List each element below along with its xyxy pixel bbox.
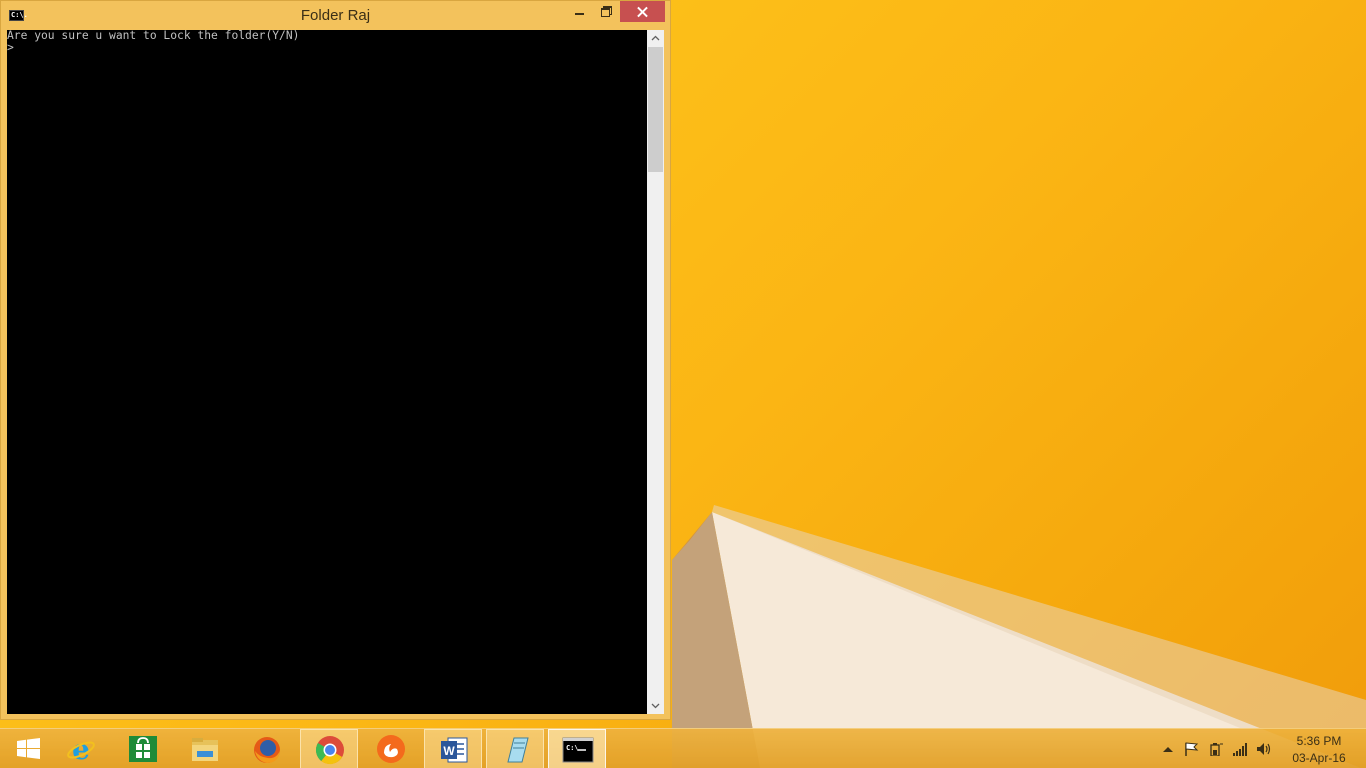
volume-icon[interactable] — [1256, 742, 1272, 756]
minimize-button[interactable] — [566, 1, 593, 22]
taskbar-internet-explorer[interactable]: e — [52, 729, 110, 768]
console-prompt-line: Are you sure u want to Lock the folder(Y… — [7, 30, 300, 42]
file-explorer-icon — [192, 738, 218, 761]
taskbar-uc-browser[interactable] — [362, 729, 420, 768]
scroll-down-arrow-icon[interactable] — [647, 697, 664, 714]
svg-text:e: e — [72, 733, 90, 765]
taskbar-word[interactable]: W — [424, 729, 482, 768]
taskbar-chrome[interactable] — [300, 729, 358, 768]
taskbar-store[interactable] — [114, 729, 172, 768]
taskbar: e W C:\ 5:36 PM 03-Apr-16 — [0, 728, 1366, 768]
svg-text:C:\: C:\ — [566, 744, 579, 752]
notepad-icon — [507, 737, 529, 763]
action-center-flag-icon[interactable] — [1183, 742, 1199, 756]
start-icon — [17, 738, 40, 759]
command-prompt-icon: C:\ — [562, 737, 594, 763]
taskbar-command-prompt[interactable]: C:\ — [548, 729, 606, 768]
scroll-up-arrow-icon[interactable] — [647, 30, 664, 47]
power-icon[interactable] — [1208, 742, 1224, 757]
taskbar-notepad[interactable] — [486, 729, 544, 768]
scroll-thumb[interactable] — [648, 47, 663, 172]
firefox-icon — [254, 737, 280, 763]
svg-text:W: W — [443, 744, 455, 758]
console-window: C:\. Folder Raj Are you sure u want to L… — [0, 0, 671, 720]
network-signal-icon[interactable] — [1232, 742, 1248, 756]
console-input-line[interactable]: > — [7, 42, 14, 54]
internet-explorer-icon: e — [67, 733, 95, 765]
word-icon: W — [441, 737, 468, 763]
restore-button[interactable] — [593, 1, 619, 22]
title-bar[interactable]: C:\. Folder Raj — [1, 1, 670, 29]
close-button[interactable] — [620, 1, 665, 22]
taskbar-firefox[interactable] — [238, 729, 296, 768]
taskbar-file-explorer[interactable] — [176, 729, 234, 768]
chrome-icon — [315, 736, 344, 765]
clock-time[interactable]: 5:36 PM — [1290, 734, 1348, 748]
clock-date[interactable]: 03-Apr-16 — [1288, 751, 1350, 765]
vertical-scrollbar[interactable] — [647, 30, 664, 714]
restore-icon-front — [601, 8, 610, 17]
store-icon — [129, 736, 157, 762]
show-hidden-icons-icon[interactable] — [1160, 742, 1176, 756]
start-button[interactable] — [0, 729, 58, 768]
desktop: C:\. Folder Raj Are you sure u want to L… — [0, 0, 1366, 768]
console-output[interactable]: Are you sure u want to Lock the folder(Y… — [7, 30, 647, 714]
uc-browser-icon — [377, 735, 405, 763]
